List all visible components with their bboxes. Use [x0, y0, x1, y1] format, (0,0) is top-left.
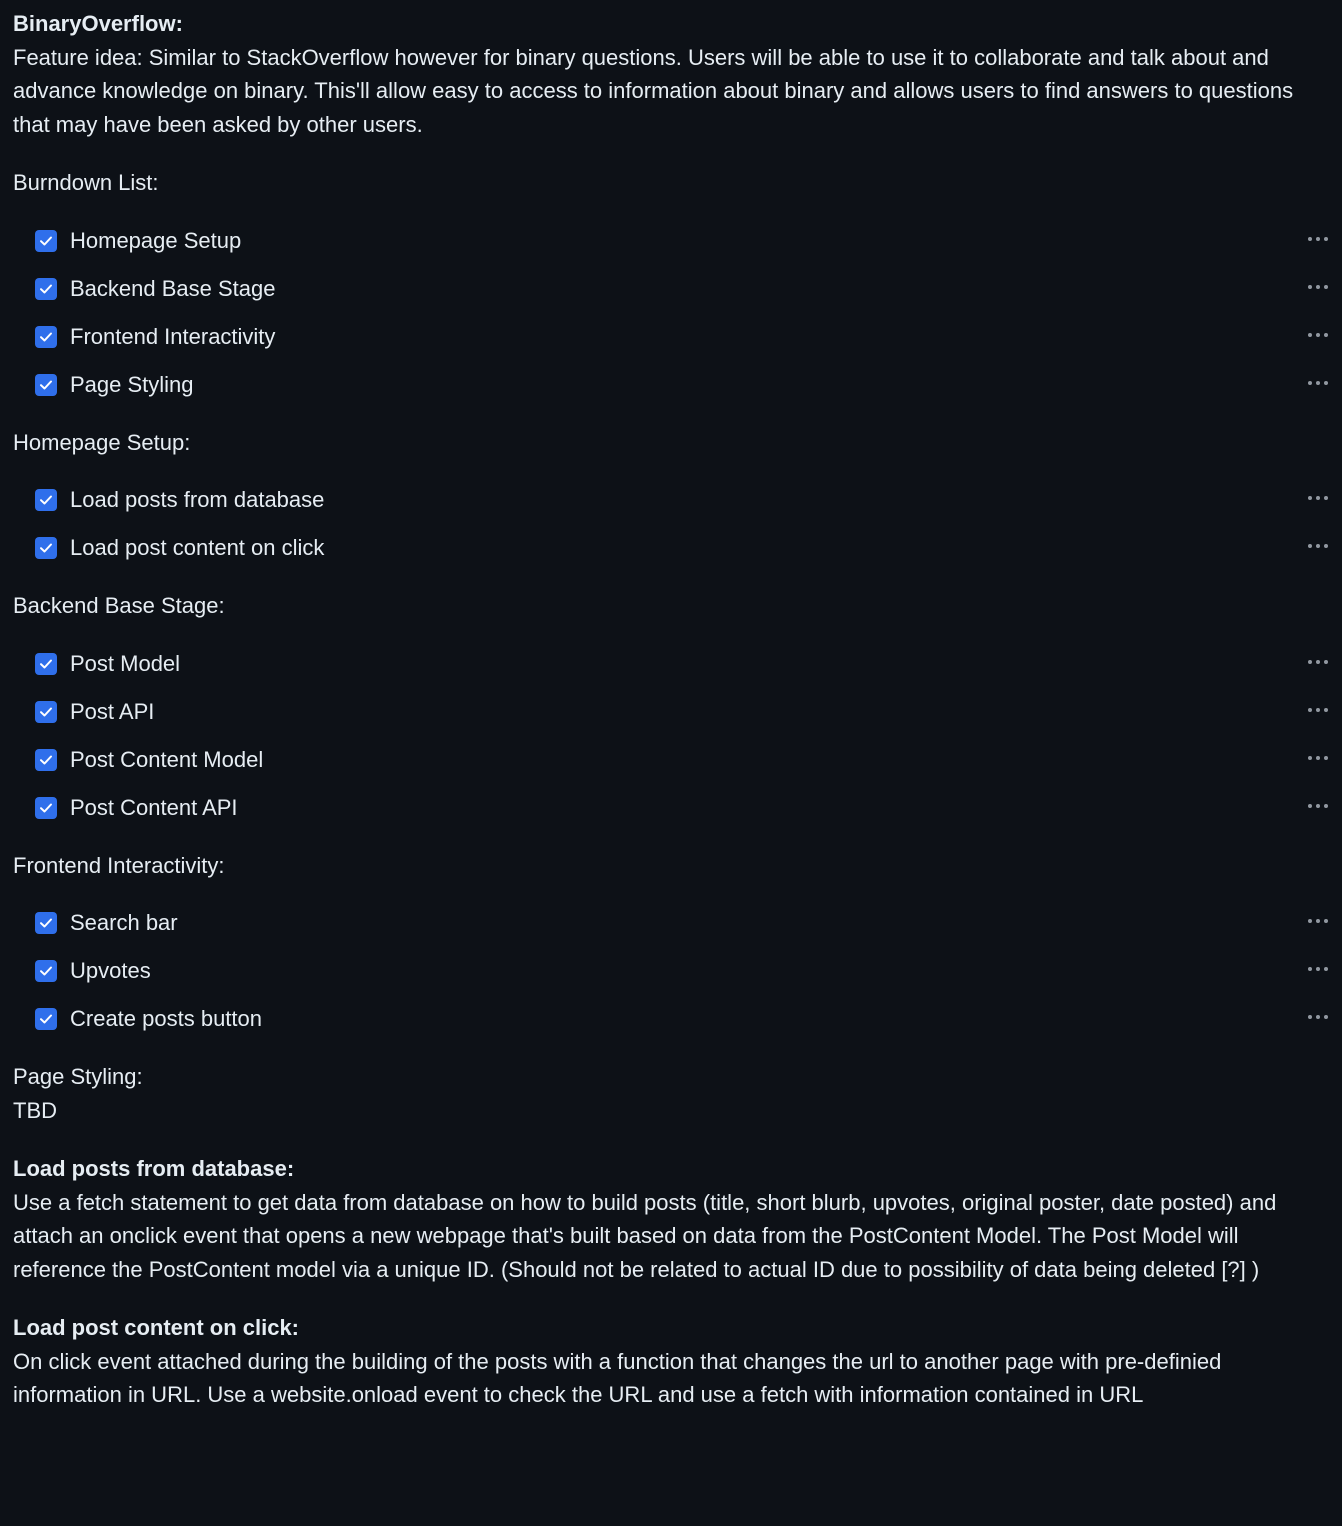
task-label: Post Model: [70, 650, 181, 676]
checkbox-checked-icon[interactable]: [35, 960, 57, 982]
task-item: Search bar: [13, 899, 1329, 947]
checkbox-checked-icon[interactable]: [35, 796, 57, 819]
checkbox-checked-icon[interactable]: [35, 229, 57, 252]
checkbox-checked-icon[interactable]: [35, 700, 57, 723]
task-label: Page Styling: [70, 371, 194, 397]
section-heading-backend-base-stage: Backend Base Stage:: [13, 593, 225, 618]
feature-idea-text: Feature idea: Similar to StackOverflow h…: [13, 44, 1294, 137]
section-heading-burndown: Burndown List:: [13, 170, 159, 195]
task-label: Frontend Interactivity: [70, 323, 276, 349]
page-title: BinaryOverflow:: [13, 11, 183, 36]
load-posts-text: Use a fetch statement to get data from d…: [13, 1189, 1277, 1282]
task-item: Load post content on click: [13, 524, 1329, 572]
section-heading-load-content: Load post content on click:: [13, 1315, 300, 1340]
checkbox-checked-icon[interactable]: [35, 652, 57, 675]
task-list-backend-base-stage: Post Model Post API Post Content Model P…: [13, 640, 1329, 832]
checkbox-checked-icon[interactable]: [35, 489, 57, 511]
task-item: Page Styling: [13, 361, 1329, 409]
kebab-menu-icon[interactable]: [1303, 486, 1333, 510]
checkbox-checked-icon[interactable]: [35, 325, 57, 348]
kebab-menu-icon[interactable]: [1303, 746, 1333, 770]
task-item: Post API: [13, 688, 1329, 736]
task-list-homepage-setup: Load posts from database Load post conte…: [13, 476, 1329, 572]
task-item: Post Model: [13, 640, 1329, 688]
task-item: Create posts button: [13, 995, 1329, 1043]
kebab-menu-icon[interactable]: [1303, 371, 1333, 395]
section-heading-frontend-interactivity: Frontend Interactivity:: [13, 852, 225, 878]
task-item: Upvotes: [13, 947, 1329, 995]
kebab-menu-icon[interactable]: [1303, 909, 1333, 933]
checkbox-checked-icon[interactable]: [35, 277, 57, 300]
task-label: Upvotes: [70, 958, 151, 984]
page-styling-text: TBD: [13, 1097, 57, 1123]
intro-block: BinaryOverflow: Feature idea: Similar to…: [13, 7, 1329, 141]
kebab-menu-icon[interactable]: [1303, 275, 1333, 299]
kebab-menu-icon[interactable]: [1303, 957, 1333, 981]
task-label: Post API: [70, 698, 155, 724]
kebab-menu-icon[interactable]: [1303, 323, 1333, 347]
kebab-menu-icon[interactable]: [1303, 650, 1333, 674]
kebab-menu-icon[interactable]: [1303, 227, 1333, 251]
checkbox-checked-icon[interactable]: [35, 537, 57, 559]
kebab-menu-icon[interactable]: [1303, 1005, 1333, 1029]
task-label: Backend Base Stage: [70, 275, 276, 301]
task-item: Backend Base Stage: [13, 265, 1329, 313]
load-content-block: Load post content on click: On click eve…: [13, 1311, 1329, 1412]
checkbox-checked-icon[interactable]: [35, 1008, 57, 1030]
task-label: Load posts from database: [70, 487, 325, 513]
task-label: Homepage Setup: [70, 227, 242, 253]
task-item: Post Content API: [13, 784, 1329, 832]
load-content-text: On click event attached during the build…: [13, 1348, 1222, 1408]
kebab-menu-icon[interactable]: [1303, 534, 1333, 558]
task-label: Search bar: [70, 910, 178, 936]
task-item: Load posts from database: [13, 476, 1329, 524]
markdown-body: BinaryOverflow: Feature idea: Similar to…: [0, 0, 1342, 1412]
task-label: Post Content API: [70, 794, 238, 820]
task-label: Post Content Model: [70, 746, 264, 772]
task-list-burndown: Homepage Setup Backend Base Stage Fronte…: [13, 217, 1329, 409]
load-posts-block: Load posts from database: Use a fetch st…: [13, 1152, 1329, 1286]
kebab-menu-icon[interactable]: [1303, 794, 1333, 818]
section-heading-homepage-setup: Homepage Setup:: [13, 429, 191, 455]
checkbox-checked-icon[interactable]: [35, 748, 57, 771]
section-heading-page-styling: Page Styling:: [13, 1064, 143, 1089]
task-item: Post Content Model: [13, 736, 1329, 784]
task-label: Create posts button: [70, 1006, 263, 1032]
task-label: Load post content on click: [70, 535, 325, 561]
task-item: Frontend Interactivity: [13, 313, 1329, 361]
checkbox-checked-icon[interactable]: [35, 912, 57, 934]
checkbox-checked-icon[interactable]: [35, 373, 57, 396]
task-list-frontend-interactivity: Search bar Upvotes Create posts button: [13, 899, 1329, 1043]
task-item: Homepage Setup: [13, 217, 1329, 265]
section-heading-load-posts: Load posts from database:: [13, 1156, 295, 1181]
kebab-menu-icon[interactable]: [1303, 698, 1333, 722]
page-styling-block: Page Styling: TBD: [13, 1060, 1329, 1127]
